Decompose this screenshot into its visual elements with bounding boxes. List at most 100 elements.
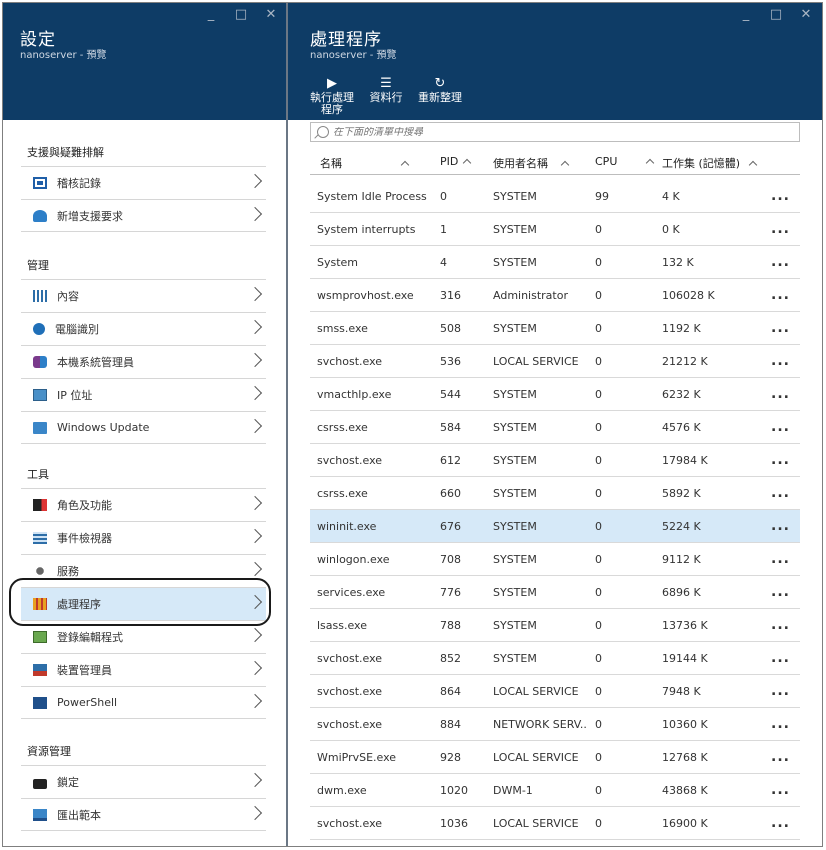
table-row[interactable]: svchost.exe 864 LOCAL SERVICE 0 7948 K... [310, 675, 800, 708]
more-options-icon[interactable]: ... [771, 584, 790, 600]
more-options-icon[interactable]: ... [771, 287, 790, 303]
table-row[interactable]: services.exe 776 SYSTEM 0 6896 K... [310, 576, 800, 609]
menu-item-properties[interactable]: 內容 [21, 279, 266, 312]
more-options-icon[interactable]: ... [771, 386, 790, 402]
menu-item-new-support-request[interactable]: 新增支援要求 [21, 199, 266, 232]
table-row[interactable]: System interrupts 1 SYSTEM 0 0 K... [310, 213, 800, 246]
menu-item-audit-log[interactable]: 稽核記錄 [21, 166, 266, 199]
close-icon[interactable]: ✕ [263, 7, 279, 22]
more-options-icon[interactable]: ... [771, 419, 790, 435]
table-header: 名稱 PID 使用者名稱 CPU 工作集 (記憶體) [310, 149, 800, 175]
search-input[interactable] [333, 126, 773, 138]
more-options-icon[interactable]: ... [771, 518, 790, 534]
menu-item-lock[interactable]: 鎖定 [21, 765, 266, 798]
menu-item-label: 本機系統管理員 [57, 356, 134, 369]
powershell-icon [33, 696, 47, 709]
menu-item-label: 裝置管理員 [57, 664, 112, 677]
table-cell: dwm.exe [317, 784, 367, 797]
menu-item-powershell[interactable]: PowerShell [21, 686, 266, 719]
table-cell: csrss.exe [317, 421, 368, 434]
maximize-icon[interactable]: □ [233, 7, 249, 22]
table-row[interactable]: svchost.exe 536 LOCAL SERVICE 0 21212 K... [310, 345, 800, 378]
table-cell: 0 [595, 355, 602, 368]
more-options-icon[interactable]: ... [771, 551, 790, 567]
table-row[interactable]: System Idle Process 0 SYSTEM 99 4 K... [310, 180, 800, 213]
table-cell: 7948 K [662, 685, 701, 698]
table-row[interactable]: svchost.exe 1036 LOCAL SERVICE 0 16900 K... [310, 807, 800, 840]
more-options-icon[interactable]: ... [771, 452, 790, 468]
table-cell: 0 [595, 322, 602, 335]
section-heading-manage: 管理 [27, 259, 49, 272]
menu-item-device-manager[interactable]: 裝置管理員 [21, 653, 266, 686]
more-options-icon[interactable]: ... [771, 683, 790, 699]
menu-item-event-viewer[interactable]: 事件檢視器 [21, 521, 266, 554]
table-row[interactable]: wininit.exe 676 SYSTEM 0 5224 K... [310, 510, 800, 543]
table-row[interactable]: svchost.exe 612 SYSTEM 0 17984 K... [310, 444, 800, 477]
maximize-icon[interactable]: □ [768, 7, 784, 22]
table-row[interactable]: csrss.exe 660 SYSTEM 0 5892 K... [310, 477, 800, 510]
more-options-icon[interactable]: ... [771, 716, 790, 732]
chevron-right-icon [247, 561, 263, 577]
column-header-working-set[interactable]: 工作集 (記憶體) [662, 155, 758, 171]
column-header-name[interactable]: 名稱 [320, 155, 410, 171]
table-cell: 536 [440, 355, 461, 368]
menu-item-label: 登錄編輯程式 [57, 631, 123, 644]
table-cell: NETWORK SERV... [493, 718, 588, 731]
column-header-pid[interactable]: PID [440, 155, 472, 168]
table-row[interactable]: svchost.exe 884 NETWORK SERV... 0 10360 K... [310, 708, 800, 741]
column-header-cpu[interactable]: CPU [595, 155, 655, 168]
table-cell: SYSTEM [493, 421, 537, 434]
more-options-icon[interactable]: ... [771, 749, 790, 765]
menu-item-export-template[interactable]: 匯出範本 [21, 798, 266, 831]
columns-button[interactable]: ☰ 資料行 [359, 76, 413, 104]
menu-item-label: 稽核記錄 [57, 177, 101, 190]
menu-item-roles-features[interactable]: 角色及功能 [21, 488, 266, 521]
chevron-right-icon [247, 772, 263, 788]
run-process-button[interactable]: ▶ 執行處理程序 [305, 76, 359, 116]
table-cell: SYSTEM [493, 454, 537, 467]
column-header-username[interactable]: 使用者名稱 [493, 155, 570, 171]
table-row[interactable]: WmiPrvSE.exe 928 LOCAL SERVICE 0 12768 K... [310, 741, 800, 774]
table-row[interactable]: csrss.exe 584 SYSTEM 0 4576 K... [310, 411, 800, 444]
more-options-icon[interactable]: ... [771, 617, 790, 633]
table-row[interactable]: wsmprovhost.exe 316 Administrator 0 106028 K… [310, 279, 800, 312]
chevron-right-icon [247, 319, 263, 335]
process-search[interactable] [310, 122, 800, 142]
more-options-icon[interactable]: ... [771, 485, 790, 501]
table-cell: 0 K [662, 223, 680, 236]
table-row[interactable]: svchost.exe 852 SYSTEM 0 19144 K... [310, 642, 800, 675]
sort-caret-icon [463, 158, 472, 168]
table-cell: 0 [595, 487, 602, 500]
more-options-icon[interactable]: ... [771, 188, 790, 204]
table-cell: 0 [595, 553, 602, 566]
chevron-right-icon [247, 352, 263, 368]
more-options-icon[interactable]: ... [771, 254, 790, 270]
more-options-icon[interactable]: ... [771, 221, 790, 237]
menu-item-computer-id[interactable]: 電腦識別 [21, 312, 266, 345]
menu-item-ip-address[interactable]: IP 位址 [21, 378, 266, 411]
refresh-button[interactable]: ↻ 重新整理 [413, 76, 467, 104]
more-options-icon[interactable]: ... [771, 320, 790, 336]
sort-caret-icon [646, 158, 655, 168]
minimize-icon[interactable]: _ [738, 7, 754, 22]
table-row[interactable]: System 4 SYSTEM 0 132 K... [310, 246, 800, 279]
settings-subtitle: nanoserver - 預覽 [20, 50, 107, 61]
menu-item-windows-update[interactable]: Windows Update [21, 411, 266, 444]
table-cell: LOCAL SERVICE [493, 685, 579, 698]
section-heading-tools: 工具 [27, 468, 49, 481]
table-cell: 676 [440, 520, 461, 533]
more-options-icon[interactable]: ... [771, 782, 790, 798]
table-row[interactable]: dwm.exe 1020 DWM-1 0 43868 K... [310, 774, 800, 807]
menu-item-local-admin[interactable]: 本機系統管理員 [21, 345, 266, 378]
more-options-icon[interactable]: ... [771, 650, 790, 666]
table-row[interactable]: winlogon.exe 708 SYSTEM 0 9112 K... [310, 543, 800, 576]
more-options-icon[interactable]: ... [771, 815, 790, 831]
table-cell: vmacthlp.exe [317, 388, 392, 401]
table-row[interactable]: vmacthlp.exe 544 SYSTEM 0 6232 K... [310, 378, 800, 411]
minimize-icon[interactable]: _ [203, 7, 219, 22]
table-row[interactable]: lsass.exe 788 SYSTEM 0 13736 K... [310, 609, 800, 642]
more-options-icon[interactable]: ... [771, 353, 790, 369]
refresh-icon: ↻ [434, 76, 446, 91]
table-row[interactable]: smss.exe 508 SYSTEM 0 1192 K... [310, 312, 800, 345]
close-icon[interactable]: ✕ [798, 7, 814, 22]
